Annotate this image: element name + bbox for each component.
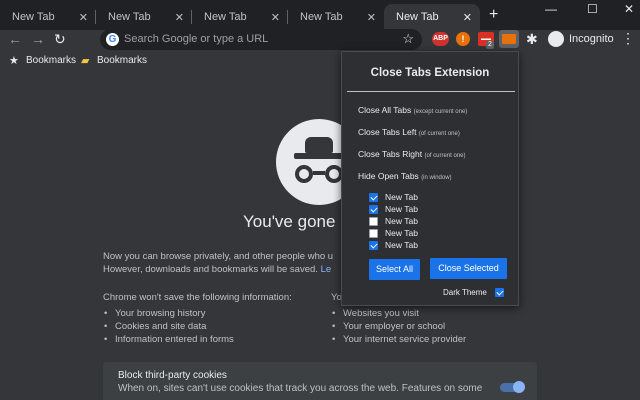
new-tab-button[interactable]: +: [489, 6, 498, 24]
list-item: Information entered in forms: [104, 334, 234, 345]
intro-line-1: Now you can browse privately, and other …: [103, 251, 334, 262]
bookmark-item[interactable]: Bookmarks: [26, 55, 76, 66]
list-item: Your employer or school: [332, 321, 445, 332]
hat-icon-part: [305, 137, 333, 153]
list-item: Your internet service provider: [332, 334, 466, 345]
tab-title: New Tab: [396, 11, 439, 23]
tab-list-label: New Tab: [385, 216, 418, 226]
action-note: (in window): [421, 175, 452, 181]
intro-line-2: However, downloads and bookmarks will be…: [103, 264, 331, 275]
reload-icon[interactable]: ↻: [54, 30, 66, 50]
bookmark-folder[interactable]: Bookmarks: [97, 55, 147, 66]
tab-4[interactable]: New Tab ✕: [288, 4, 384, 30]
extension-badge: 2: [486, 41, 494, 49]
tab-title: New Tab: [12, 11, 55, 23]
tab-1[interactable]: New Tab ✕: [0, 4, 96, 30]
tab-strip: New Tab ✕ New Tab ✕ New Tab ✕ New Tab ✕ …: [0, 0, 640, 30]
maximize-icon[interactable]: ☐: [587, 2, 598, 16]
action-label: Close All Tabs: [358, 105, 412, 115]
tab-title: New Tab: [300, 11, 343, 23]
puzzle-icon[interactable]: ✱: [526, 30, 538, 50]
address-placeholder: Search Google or type a URL: [124, 33, 269, 45]
bookmarks-bar: ★ Bookmarks ▰ Bookmarks: [0, 51, 640, 69]
tab-3[interactable]: New Tab ✕: [192, 4, 288, 30]
tab-5-active[interactable]: New Tab ✕: [384, 4, 480, 30]
incognito-avatar[interactable]: [548, 31, 564, 47]
hat-brim-icon-part: [294, 153, 344, 159]
back-icon[interactable]: ←: [8, 30, 22, 50]
menu-icon[interactable]: ⋮: [621, 30, 635, 47]
close-tab-icon[interactable]: ✕: [175, 11, 184, 24]
dark-theme-checkbox[interactable]: [495, 288, 504, 297]
learn-more-link[interactable]: Le: [321, 264, 332, 275]
tab-checkbox[interactable]: [369, 193, 378, 202]
tab-title: New Tab: [108, 11, 151, 23]
close-tabs-right-action[interactable]: Close Tabs Right (of current one): [358, 149, 466, 159]
tab-checkbox[interactable]: [369, 241, 378, 250]
close-selected-button[interactable]: Close Selected: [430, 258, 507, 279]
toggle-knob: [513, 381, 525, 393]
glasses-left-icon-part: [295, 165, 313, 183]
google-icon: G: [106, 33, 119, 46]
address-bar[interactable]: G Search Google or type a URL ☆: [100, 29, 422, 50]
tab-checkbox[interactable]: [369, 205, 378, 214]
incognito-label[interactable]: Incognito: [569, 33, 614, 45]
cookie-card-description: When on, sites can't use cookies that tr…: [118, 383, 483, 394]
intro-text: However, downloads and bookmarks will be…: [103, 264, 318, 275]
popup-divider: [347, 91, 515, 92]
close-tabs-extension-button[interactable]: [499, 30, 519, 48]
close-tab-icon[interactable]: ✕: [79, 11, 88, 24]
list-item: Your browsing history: [104, 308, 206, 319]
forward-icon[interactable]: →: [31, 30, 45, 50]
action-note: (of current one): [418, 131, 460, 137]
star-icon: ★: [9, 55, 19, 67]
action-label: Close Tabs Left: [358, 127, 417, 137]
popup-title: Close Tabs Extension: [370, 67, 490, 79]
tab-2[interactable]: New Tab ✕: [96, 4, 192, 30]
tab-list-label: New Tab: [385, 192, 418, 202]
close-tabs-extension-icon: [502, 34, 516, 44]
left-column-heading: Chrome won't save the following informat…: [103, 292, 292, 303]
list-item: Websites you visit: [332, 308, 419, 319]
tab-checkbox[interactable]: [369, 217, 378, 226]
action-label: Close Tabs Right: [358, 149, 423, 159]
action-label: Hide Open Tabs: [358, 171, 419, 181]
dark-theme-label: Dark Theme: [443, 288, 487, 297]
list-item: Cookies and site data: [104, 321, 206, 332]
minimize-icon[interactable]: —: [545, 2, 557, 16]
close-tabs-popup: Close Tabs Extension Close All Tabs (exc…: [341, 51, 519, 306]
bookmark-star-icon[interactable]: ☆: [402, 31, 414, 47]
select-all-button[interactable]: Select All: [369, 259, 420, 280]
action-note: (except current one): [413, 109, 468, 115]
tab-list-label: New Tab: [385, 240, 418, 250]
close-all-tabs-action[interactable]: Close All Tabs (except current one): [358, 105, 467, 115]
third-party-cookies-card: Block third-party cookies When on, sites…: [103, 362, 537, 400]
tab-title: New Tab: [204, 11, 247, 23]
alert-extension-icon[interactable]: !: [456, 32, 470, 46]
page-title: You've gone in: [243, 212, 354, 231]
hide-open-tabs-action[interactable]: Hide Open Tabs (in window): [358, 171, 452, 181]
tab-list-label: New Tab: [385, 204, 418, 214]
close-tab-icon[interactable]: ✕: [463, 11, 472, 24]
tab-list-label: New Tab: [385, 228, 418, 238]
folder-icon: ▰: [81, 55, 90, 67]
block-cookies-toggle[interactable]: [500, 381, 525, 393]
close-tab-icon[interactable]: ✕: [367, 11, 376, 24]
cookie-card-title: Block third-party cookies: [118, 370, 227, 381]
adblock-plus-icon[interactable]: ABP: [432, 32, 449, 46]
close-tabs-left-action[interactable]: Close Tabs Left (of current one): [358, 127, 460, 137]
tab-checkbox[interactable]: [369, 229, 378, 238]
glasses-bridge-icon-part: [313, 171, 325, 175]
close-tab-icon[interactable]: ✕: [271, 11, 280, 24]
action-note: (of current one): [424, 153, 466, 159]
window-close-icon[interactable]: ✕: [624, 2, 634, 16]
